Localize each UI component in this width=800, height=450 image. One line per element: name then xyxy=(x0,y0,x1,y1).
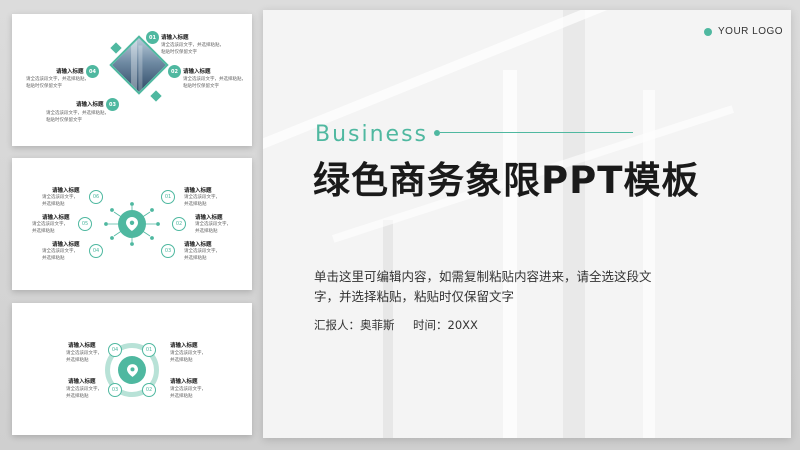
item-title: 请输入标题 xyxy=(195,215,223,221)
background-architecture xyxy=(563,10,585,438)
item-text: 粘贴时仅保留文字 xyxy=(183,84,219,89)
number-badge-03: 03 xyxy=(108,383,122,397)
main-title-slide[interactable]: YOUR LOGO Business 绿色商务象限PPT模板 单击这里可编辑内容… xyxy=(263,10,791,438)
item-text: 并选择粘贴 xyxy=(66,394,89,399)
time-label: 时间：20XX xyxy=(413,318,478,332)
item-title: 请输入标题 xyxy=(161,35,189,41)
reporter-label: 汇报人：奥菲斯 xyxy=(314,318,395,332)
item-text: 请全选该段文字，并选择粘贴， xyxy=(183,77,246,82)
item-text: 并选择粘贴 xyxy=(42,202,65,207)
item-text: 粘贴时仅保留文字 xyxy=(46,118,82,123)
accent-square-decor xyxy=(150,90,162,102)
number-badge-02: 02 xyxy=(142,383,156,397)
item-title: 请输入标题 xyxy=(52,242,80,248)
item-title: 请输入标题 xyxy=(183,69,211,75)
item-text: 请全选该段文字， xyxy=(195,222,231,227)
item-text: 粘贴时仅保留文字 xyxy=(26,84,62,89)
number-badge-04: 04 xyxy=(108,343,122,357)
item-title: 请输入标题 xyxy=(68,379,96,385)
logo-text: YOUR LOGO xyxy=(718,26,784,37)
item-text: 并选择粘贴 xyxy=(66,358,89,363)
background-architecture xyxy=(643,90,655,438)
slide-thumbnail-1[interactable]: 01 请输入标题 请全选该段文字，并选择粘贴， 粘贴时仅保留文字 02 请输入标… xyxy=(12,14,252,146)
ring-center xyxy=(118,356,146,384)
subtitle-line xyxy=(440,132,633,133)
item-text: 并选择粘贴 xyxy=(42,256,65,261)
item-text: 粘贴时仅保留文字 xyxy=(161,50,197,55)
subtitle-dot xyxy=(434,130,440,136)
item-text: 请全选该段文字， xyxy=(66,387,102,392)
item-text: 并选择粘贴 xyxy=(184,202,207,207)
item-title: 请输入标题 xyxy=(52,188,80,194)
item-text: 请全选该段文字， xyxy=(184,249,220,254)
item-text: 请全选该段文字， xyxy=(66,351,102,356)
item-title: 请输入标题 xyxy=(170,343,198,349)
item-text: 并选择粘贴 xyxy=(184,256,207,261)
item-title: 请输入标题 xyxy=(184,188,212,194)
item-text: 并选择粘贴 xyxy=(170,394,193,399)
number-badge-01: 01 xyxy=(146,31,159,44)
subtitle-english: Business xyxy=(315,122,429,147)
background-architecture xyxy=(503,70,517,438)
item-text: 请全选该段文字， xyxy=(170,351,206,356)
item-text: 请全选该段文字，并选择粘贴， xyxy=(161,43,224,48)
logo-dot-icon xyxy=(704,27,712,36)
item-text: 并选择粘贴 xyxy=(170,358,193,363)
item-text: 请全选该段文字， xyxy=(42,249,78,254)
item-text: 请全选该段文字， xyxy=(184,195,220,200)
item-text: 并选择粘贴 xyxy=(32,229,55,234)
slide-thumbnail-3[interactable]: 04 01 03 02 请输入标题 请全选该段文字， 并选择粘贴 请输入标题 请… xyxy=(12,303,252,435)
item-title: 请输入标题 xyxy=(56,69,84,75)
item-text: 请全选该段文字， xyxy=(170,387,206,392)
body-text-line-1: 单击这里可编辑内容，如需复制粘贴内容进来，请全选这段文 xyxy=(314,269,652,284)
page-title: 绿色商务象限PPT模板 xyxy=(313,159,700,202)
number-badge-02: 02 xyxy=(172,217,186,231)
number-badge-03: 03 xyxy=(161,244,175,258)
item-text: 请全选该段文字，并选择粘贴， xyxy=(26,77,89,82)
item-title: 请输入标题 xyxy=(76,102,104,108)
item-title: 请输入标题 xyxy=(184,242,212,248)
number-badge-05: 05 xyxy=(78,217,92,231)
item-text: 请全选该段文字， xyxy=(42,195,78,200)
item-text: 请全选该段文字， xyxy=(32,222,68,227)
number-badge-01: 01 xyxy=(142,343,156,357)
number-badge-04: 04 xyxy=(89,244,103,258)
number-badge-06: 06 xyxy=(89,190,103,204)
number-badge-01: 01 xyxy=(161,190,175,204)
accent-square-decor xyxy=(110,42,122,54)
slide-thumbnail-2[interactable]: 06 请输入标题 请全选该段文字， 并选择粘贴 05 请输入标题 请全选该段文字… xyxy=(12,158,252,290)
item-text: 请全选该段文字，并选择粘贴， xyxy=(46,111,109,116)
location-pin-icon xyxy=(118,210,146,238)
logo: YOUR LOGO xyxy=(704,26,783,37)
location-pin-icon xyxy=(126,363,138,377)
item-title: 请输入标题 xyxy=(42,215,70,221)
item-title: 请输入标题 xyxy=(170,379,198,385)
item-title: 请输入标题 xyxy=(68,343,96,349)
item-text: 并选择粘贴 xyxy=(195,229,218,234)
body-text-line-2: 字，并选择粘贴，粘贴时仅保留文字 xyxy=(314,289,515,304)
number-badge-02: 02 xyxy=(168,65,181,78)
